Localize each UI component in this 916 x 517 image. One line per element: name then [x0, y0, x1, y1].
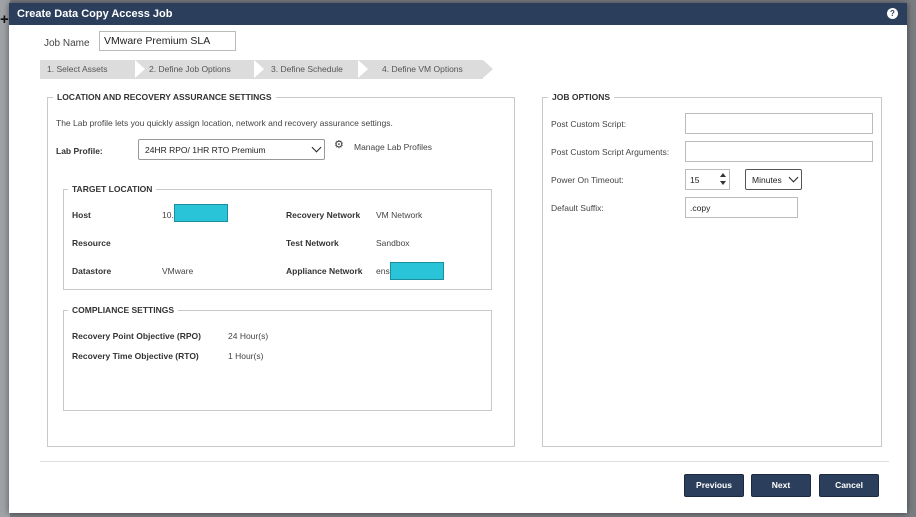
power-timeout-unit-select[interactable]: Minutes: [745, 169, 802, 190]
lab-profile-value: 24HR RPO/ 1HR RTO Premium: [145, 145, 266, 155]
compliance-settings-panel: COMPLIANCE SETTINGS Recovery Point Objec…: [63, 305, 492, 411]
lab-profile-description: The Lab profile lets you quickly assign …: [56, 118, 393, 128]
default-suffix-input[interactable]: .copy: [685, 197, 798, 218]
wizard-step-select-assets[interactable]: 1. Select Assets: [40, 60, 138, 79]
wizard-notch: [135, 60, 145, 78]
help-icon[interactable]: ?: [887, 8, 898, 19]
lab-profile-select[interactable]: 24HR RPO/ 1HR RTO Premium: [138, 139, 325, 160]
datastore-label: Datastore: [72, 266, 112, 276]
job-options-panel: JOB OPTIONS Post Custom Script: Post Cus…: [542, 92, 882, 447]
create-job-dialog: Create Data Copy Access Job ? Job Name 1…: [9, 3, 907, 513]
previous-button[interactable]: Previous: [684, 474, 744, 497]
host-value: 10.: [162, 210, 174, 220]
wizard-step-label: 1. Select Assets: [47, 64, 108, 74]
next-button[interactable]: Next: [751, 474, 811, 497]
power-timeout-unit-value: Minutes: [752, 175, 782, 185]
compliance-settings-legend: COMPLIANCE SETTINGS: [68, 305, 179, 315]
recovery-network-label: Recovery Network: [286, 210, 361, 220]
job-name-input[interactable]: [99, 31, 236, 51]
test-network-label: Test Network: [286, 238, 339, 248]
wizard-notch: [254, 60, 264, 78]
wizard-step-label: 2. Define Job Options: [149, 64, 231, 74]
wizard-step-define-job-options[interactable]: 2. Define Job Options: [135, 60, 257, 79]
default-suffix-label: Default Suffix:: [551, 203, 604, 213]
appliance-network-label: Appliance Network: [286, 266, 363, 276]
default-suffix-value: .copy: [690, 203, 711, 213]
cancel-button[interactable]: Cancel: [819, 474, 879, 497]
post-script-input[interactable]: [685, 113, 873, 134]
job-name-label: Job Name: [44, 38, 90, 49]
wizard-step-define-schedule[interactable]: 3. Define Schedule: [254, 60, 361, 79]
rto-value: 1 Hour(s): [228, 351, 264, 361]
recovery-network-value: VM Network: [376, 210, 423, 220]
wizard-step-label: 3. Define Schedule: [271, 64, 343, 74]
test-network-value: Sandbox: [376, 238, 410, 248]
chevron-down-icon: [788, 172, 799, 183]
spin-up-icon[interactable]: [720, 173, 726, 177]
lab-profile-label: Lab Profile:: [56, 146, 103, 156]
location-settings-legend: LOCATION AND RECOVERY ASSURANCE SETTINGS: [53, 92, 276, 102]
rpo-label: Recovery Point Objective (RPO): [72, 331, 201, 341]
post-args-label: Post Custom Script Arguments:: [551, 147, 670, 157]
job-options-legend: JOB OPTIONS: [548, 92, 615, 102]
host-label: Host: [72, 210, 91, 220]
power-timeout-label: Power On Timeout:: [551, 175, 624, 185]
plus-icon: +: [0, 11, 9, 28]
location-settings-panel: LOCATION AND RECOVERY ASSURANCE SETTINGS…: [47, 92, 515, 447]
wizard-step-label: 4. Define VM Options: [382, 64, 463, 74]
spin-down-icon[interactable]: [720, 181, 726, 185]
wizard-step-define-vm-options[interactable]: 4. Define VM Options: [358, 60, 483, 79]
target-location-panel: TARGET LOCATION Host 10. Resource Datast…: [63, 184, 492, 290]
target-location-legend: TARGET LOCATION: [68, 184, 157, 194]
redacted-appliance-network: [390, 262, 444, 280]
rto-label: Recovery Time Objective (RTO): [72, 351, 199, 361]
post-script-label: Post Custom Script:: [551, 119, 627, 129]
power-timeout-value: 15: [690, 175, 700, 185]
manage-lab-profiles-link[interactable]: Manage Lab Profiles: [354, 142, 432, 152]
redacted-host: [174, 204, 228, 222]
resource-label: Resource: [72, 238, 111, 248]
power-timeout-stepper[interactable]: 15: [685, 169, 730, 190]
appliance-network-value: ens: [376, 266, 390, 276]
gears-icon[interactable]: ⚙: [334, 138, 344, 151]
wizard-arrow: [483, 60, 493, 78]
rpo-value: 24 Hour(s): [228, 331, 269, 341]
footer-divider: [40, 461, 889, 462]
wizard-notch: [358, 60, 368, 78]
dialog-title: Create Data Copy Access Job: [17, 8, 173, 20]
dialog-titlebar: Create Data Copy Access Job ?: [9, 3, 907, 25]
chevron-down-icon: [311, 142, 322, 153]
post-args-input[interactable]: [685, 141, 873, 162]
datastore-value: VMware: [162, 266, 194, 276]
